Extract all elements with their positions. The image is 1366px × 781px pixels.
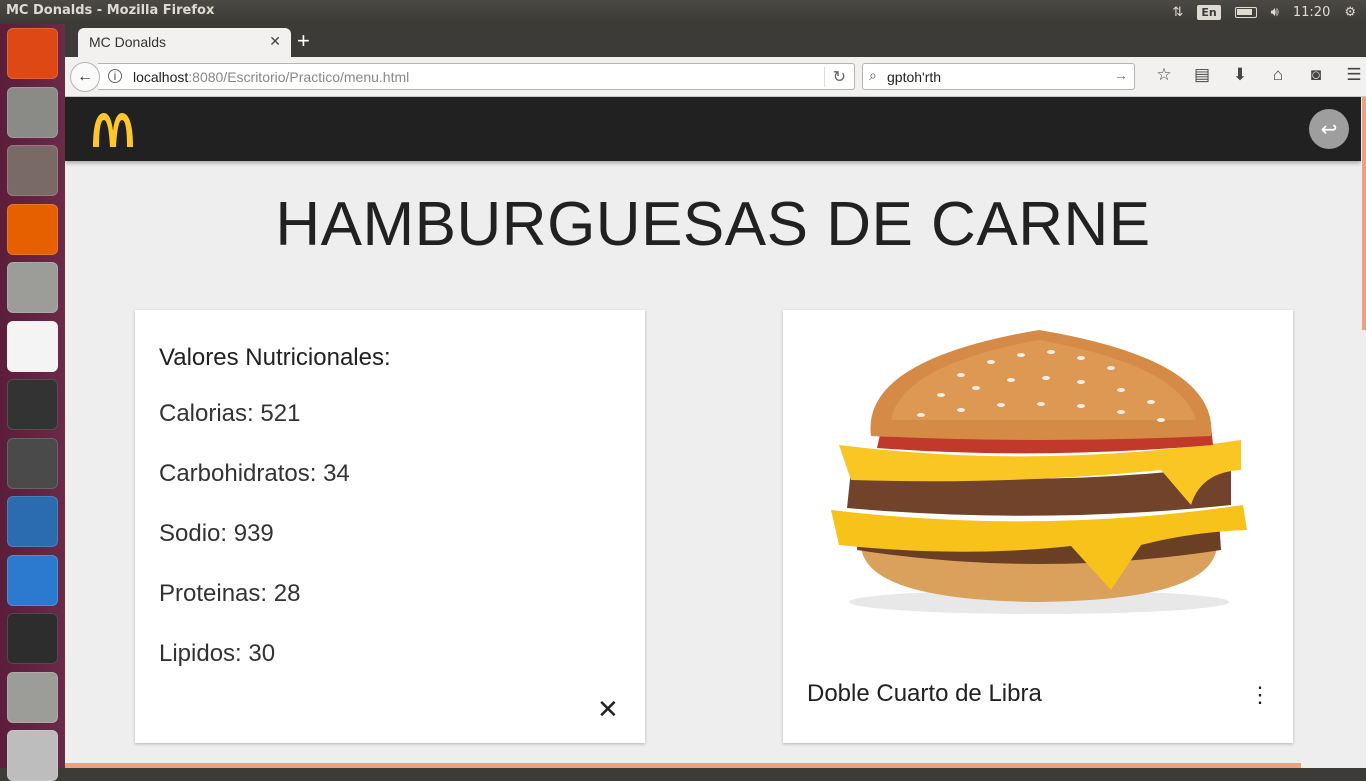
search-bar[interactable]: ⌕ gptoh'rth → — [862, 63, 1135, 90]
keyboard-layout-indicator[interactable]: En — [1197, 4, 1221, 20]
pocket-icon[interactable]: ◙ — [1297, 65, 1335, 85]
system-tray: ⇅ En 🔊︎ 11:20 ⚙ — [1172, 0, 1356, 24]
trash-icon[interactable] — [7, 730, 58, 781]
search-icon: ⌕ — [869, 67, 877, 83]
search-go-icon[interactable]: → — [1114, 67, 1128, 83]
nutrition-item: Sodio: 939 — [159, 520, 274, 547]
more-vert-icon[interactable]: ⋮ — [1249, 682, 1271, 708]
site-info-icon[interactable]: i — [108, 69, 122, 83]
url-text[interactable]: localhost:8080/Escritorio/Practico/menu.… — [133, 69, 409, 85]
navigation-toolbar: i localhost:8080/Escritorio/Practico/men… — [65, 57, 1366, 97]
toolbar-icons: ☆ ▤ ⬇ ⌂ ◙ ☰ — [1145, 65, 1366, 85]
accent-divider — [65, 763, 1301, 768]
url-bar[interactable]: i localhost:8080/Escritorio/Practico/men… — [98, 63, 855, 90]
terminal-icon[interactable] — [7, 613, 58, 664]
nutrition-item: Calorias: 521 — [159, 400, 301, 427]
menu-hamburger-icon[interactable]: ☰ — [1335, 65, 1366, 85]
nutrition-title: Valores Nutricionales: — [159, 344, 391, 371]
tab-active[interactable]: MC Donalds ✕ — [78, 28, 291, 57]
product-card: Doble Cuarto de Libra ⋮ — [783, 310, 1293, 743]
drive-icon-2[interactable] — [7, 671, 58, 723]
page-title: HAMBURGUESAS DE CARNE — [275, 190, 1151, 259]
unity-launcher — [0, 24, 65, 781]
top-panel: MC Donalds - Mozilla Firefox ⇅ En 🔊︎ 11:… — [0, 0, 1366, 24]
downloads-icon[interactable]: ⬇ — [1221, 65, 1259, 85]
clock[interactable]: 11:20 — [1293, 5, 1330, 20]
nutrition-item: Lipidos: 30 — [159, 640, 276, 667]
product-name: Doble Cuarto de Libra — [807, 680, 1042, 707]
reply-arrow-icon: ↩ — [1320, 118, 1338, 141]
ubuntu-dash-icon[interactable] — [7, 28, 58, 79]
web-page: ↩ HAMBURGUESAS DE CARNE Valores Nutricio… — [65, 97, 1366, 768]
battery-icon[interactable] — [1234, 6, 1257, 18]
close-icon[interactable]: ✕ — [597, 694, 619, 725]
network-arrows-icon[interactable]: ⇅ — [1172, 5, 1183, 20]
reload-icon[interactable]: ↻ — [823, 67, 846, 87]
bookmark-star-icon[interactable]: ☆ — [1145, 65, 1183, 85]
new-tab-icon[interactable]: + — [297, 28, 310, 54]
back-arrow-icon: ← — [77, 68, 93, 85]
firefox-icon[interactable] — [7, 203, 58, 255]
search-input[interactable]: gptoh'rth — [887, 69, 941, 85]
tab-title: MC Donalds — [89, 34, 167, 50]
burger-image — [831, 330, 1247, 614]
session-gear-icon[interactable]: ⚙ — [1344, 5, 1356, 20]
app-bar: ↩ — [65, 97, 1361, 161]
scrollbar-thumb[interactable] — [1362, 97, 1366, 330]
nutrition-item: Proteinas: 28 — [159, 580, 301, 607]
back-fab-button[interactable]: ↩ — [1309, 109, 1349, 149]
nutrition-item: Carbohidratos: 34 — [159, 460, 350, 487]
files-icon[interactable] — [7, 86, 58, 138]
scrollbar[interactable] — [1361, 97, 1366, 768]
brackets-icon[interactable] — [7, 554, 58, 606]
java-icon[interactable] — [7, 320, 58, 372]
bookmarks-list-icon[interactable]: ▤ — [1183, 65, 1221, 85]
drive-icon[interactable] — [7, 262, 58, 313]
window-title: MC Donalds - Mozilla Firefox — [6, 3, 215, 18]
volume-icon[interactable]: 🔊︎ — [1271, 5, 1279, 20]
home-icon[interactable]: ⌂ — [1259, 65, 1297, 85]
system-settings-icon[interactable] — [7, 145, 58, 196]
inkscape-icon[interactable] — [7, 379, 58, 430]
nutrition-card: Valores Nutricionales: Calorias: 521 Car… — [135, 310, 645, 743]
back-button[interactable]: ← — [70, 62, 100, 92]
libreoffice-writer-icon[interactable] — [7, 496, 58, 547]
sublime-text-icon[interactable] — [7, 437, 58, 489]
tab-close-icon[interactable]: ✕ — [269, 33, 281, 50]
tab-bar: MC Donalds ✕ + — [65, 24, 1366, 57]
mcdonalds-logo-icon[interactable] — [91, 111, 135, 147]
